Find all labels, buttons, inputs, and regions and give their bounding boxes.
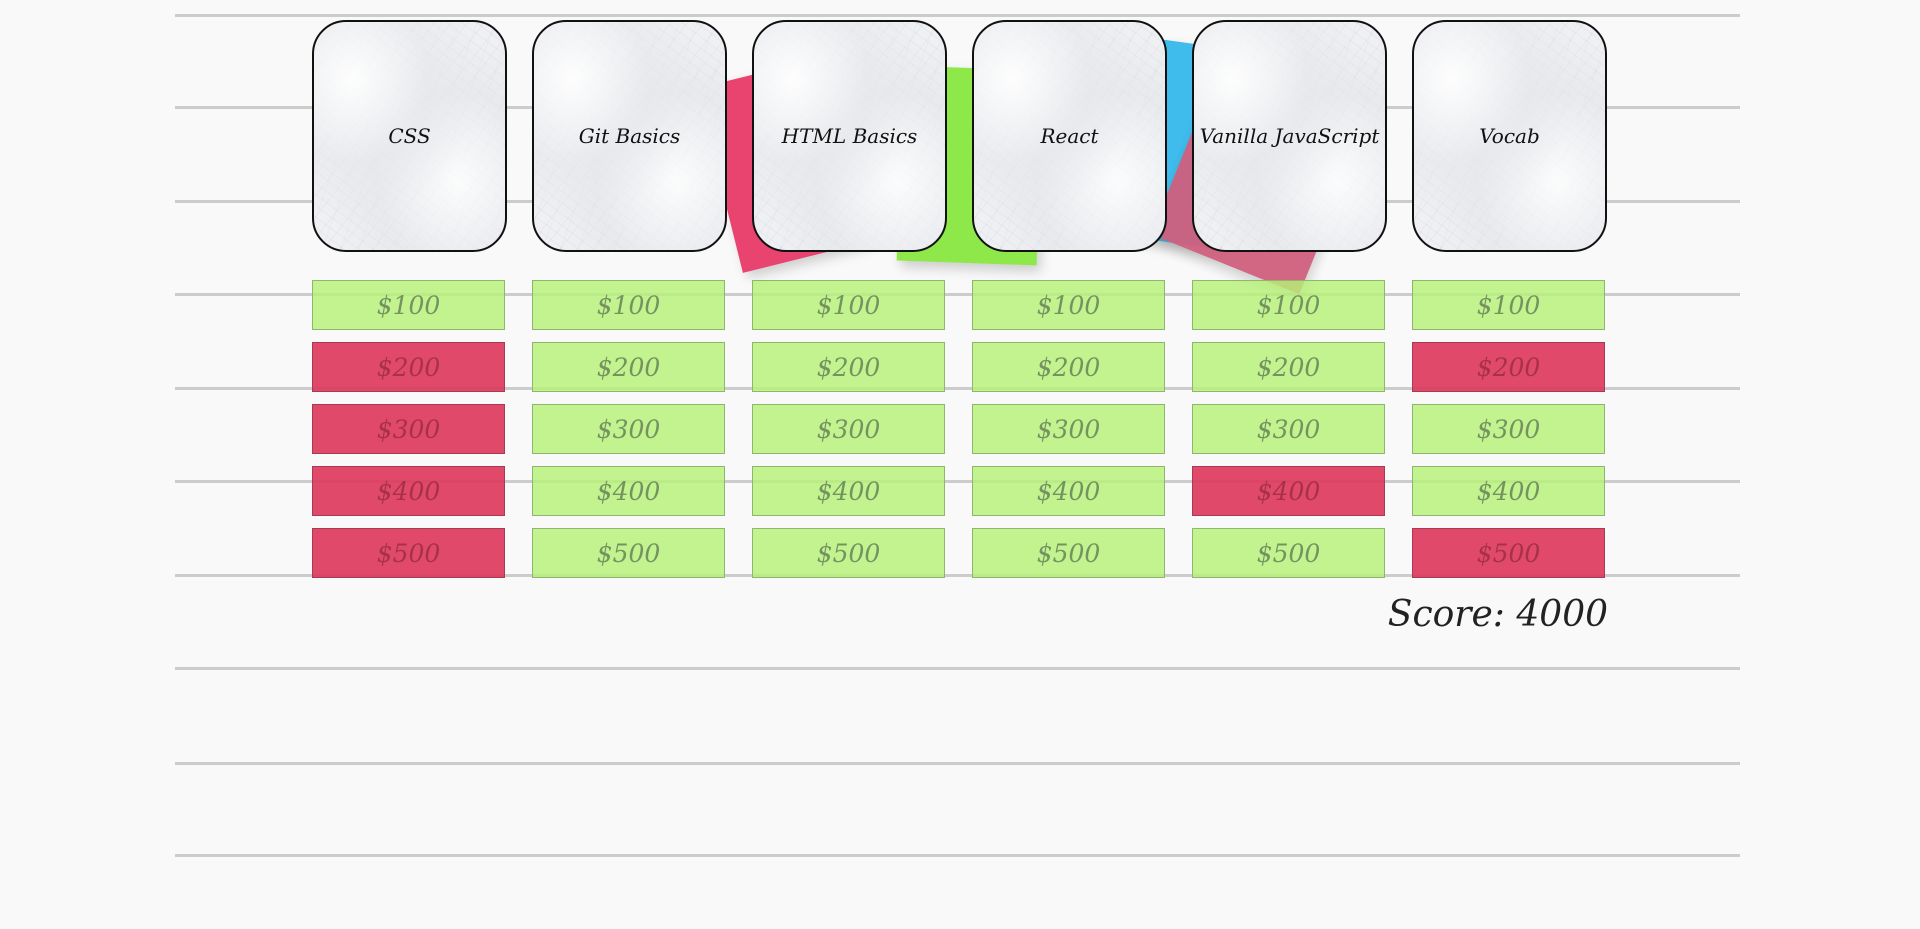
question-tile[interactable]: $400 — [1412, 466, 1605, 516]
question-tile[interactable]: $400 — [1192, 466, 1385, 516]
category-title: Vocab — [1479, 124, 1540, 148]
question-tile[interactable]: $500 — [752, 528, 945, 578]
category-title: Git Basics — [578, 124, 681, 148]
category-card: Vanilla JavaScript — [1192, 20, 1387, 252]
category-card: React — [972, 20, 1167, 252]
question-tile[interactable]: $500 — [1192, 528, 1385, 578]
category-title: Vanilla JavaScript — [1199, 124, 1380, 148]
question-tile[interactable]: $300 — [312, 404, 505, 454]
question-tile[interactable]: $200 — [972, 342, 1165, 392]
question-tile[interactable]: $100 — [312, 280, 505, 330]
question-tile[interactable]: $100 — [972, 280, 1165, 330]
question-tile[interactable]: $400 — [532, 466, 725, 516]
question-tile[interactable]: $300 — [1412, 404, 1605, 454]
ruled-line — [175, 762, 1740, 765]
score-display: Score: 4000 — [1387, 594, 1608, 635]
category-title: React — [1040, 124, 1099, 148]
question-tile[interactable]: $500 — [312, 528, 505, 578]
question-tile[interactable]: $200 — [312, 342, 505, 392]
question-tile[interactable]: $200 — [532, 342, 725, 392]
question-tile[interactable]: $300 — [532, 404, 725, 454]
ruled-line — [175, 667, 1740, 670]
category-card: Git Basics — [532, 20, 727, 252]
category-card: HTML Basics — [752, 20, 947, 252]
question-tile[interactable]: $400 — [312, 466, 505, 516]
question-tile[interactable]: $100 — [1412, 280, 1605, 330]
question-tile[interactable]: $200 — [1192, 342, 1385, 392]
question-tile[interactable]: $100 — [752, 280, 945, 330]
question-tile[interactable]: $300 — [752, 404, 945, 454]
category-card: Vocab — [1412, 20, 1607, 252]
question-tile[interactable]: $300 — [972, 404, 1165, 454]
question-tile[interactable]: $400 — [752, 466, 945, 516]
question-tile[interactable]: $200 — [752, 342, 945, 392]
question-tile[interactable]: $400 — [972, 466, 1165, 516]
question-tile[interactable]: $500 — [972, 528, 1165, 578]
question-tile[interactable]: $300 — [1192, 404, 1385, 454]
category-card: CSS — [312, 20, 507, 252]
category-title: CSS — [388, 124, 431, 148]
ruled-line — [175, 854, 1740, 857]
question-tile[interactable]: $200 — [1412, 342, 1605, 392]
game-page: CSS $100 $200 $300 $400 $500 Git Basics $100 $20… — [0, 0, 1920, 929]
category-title: HTML Basics — [781, 124, 918, 148]
question-tile[interactable]: $100 — [1192, 280, 1385, 330]
question-tile[interactable]: $500 — [532, 528, 725, 578]
question-tile[interactable]: $100 — [532, 280, 725, 330]
question-tile[interactable]: $500 — [1412, 528, 1605, 578]
ruled-line — [175, 14, 1740, 17]
